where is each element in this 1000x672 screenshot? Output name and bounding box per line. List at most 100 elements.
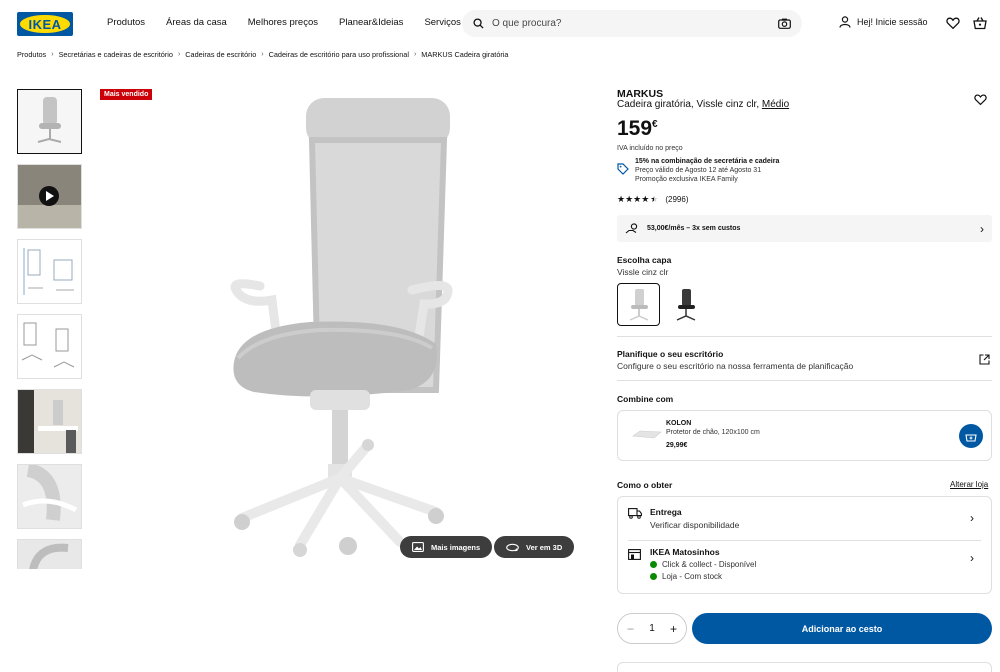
- how-to-get-label: Como o obter: [617, 480, 673, 490]
- delivery-row[interactable]: Entrega Verificar disponibilidade ›: [618, 497, 991, 540]
- nav-item-areas[interactable]: Áreas da casa: [166, 17, 227, 28]
- user-icon: [839, 16, 851, 28]
- chevron-right-icon: ›: [413, 51, 417, 58]
- star-icon: ★★★★: [617, 194, 650, 204]
- combine-label: Combine com: [617, 394, 674, 404]
- promo-family: Promoção exclusiva IKEA Family: [635, 176, 738, 183]
- thumbnail-1[interactable]: [17, 89, 82, 154]
- cover-swatch-light-grey[interactable]: [617, 283, 660, 326]
- heart-icon[interactable]: [974, 93, 987, 106]
- thumbnail-sketch[interactable]: [17, 314, 82, 379]
- availability-card: Entrega Verificar disponibilidade › IKEA…: [617, 496, 992, 594]
- basket-icon[interactable]: [973, 16, 987, 30]
- combine-item-image: [632, 430, 662, 439]
- size-link[interactable]: Médio: [762, 99, 789, 110]
- chevron-right-icon: ›: [177, 51, 181, 58]
- product-description: Cadeira giratória, Vissle cinz clr, Médi…: [617, 99, 789, 110]
- product-image[interactable]: [200, 90, 480, 560]
- store-line2: Loja - Com stock: [662, 572, 723, 581]
- price-value: 159: [617, 117, 653, 140]
- status-dot-icon: [650, 573, 657, 580]
- truck-icon: [628, 508, 642, 519]
- add-to-cart-button[interactable]: Adicionar ao cesto: [692, 613, 992, 644]
- search-icon: [473, 18, 484, 29]
- search-input[interactable]: O que procura?: [492, 18, 778, 29]
- next-card: [617, 662, 992, 672]
- more-images-button[interactable]: Mais imagens: [400, 536, 493, 558]
- nav-item-servicos[interactable]: Serviços: [424, 17, 460, 28]
- camera-icon[interactable]: [778, 18, 791, 29]
- view-3d-button[interactable]: Ver em 3D: [494, 536, 575, 558]
- best-seller-badge: Mais vendido: [100, 89, 153, 100]
- login-label: Hej! Inicie sessão: [857, 17, 928, 27]
- thumbnail-partial[interactable]: [17, 539, 82, 569]
- nav-item-produtos[interactable]: Produtos: [107, 17, 145, 28]
- promo-info: 15% na combinação de secretária e cadeir…: [635, 157, 779, 184]
- store-row[interactable]: IKEA Matosinhos Click & collect - Dispon…: [618, 541, 991, 593]
- nav-item-planear[interactable]: Planear&Ideias: [339, 17, 403, 28]
- heart-icon[interactable]: [946, 16, 960, 30]
- search-bar[interactable]: O que procura?: [462, 10, 802, 37]
- chevron-right-icon: ›: [970, 551, 974, 565]
- price: 159€: [617, 117, 658, 141]
- rotate-3d-icon: [506, 543, 519, 551]
- images-icon: [412, 542, 424, 552]
- promo-validity: Preço válido de Agosto 12 até Agosto 31: [635, 167, 762, 174]
- breadcrumb-item[interactable]: Produtos: [17, 50, 46, 59]
- divider: [617, 336, 992, 337]
- product-description-text: Cadeira giratória, Vissle cinz clr,: [617, 99, 760, 110]
- nav-item-precos[interactable]: Melhores preços: [248, 17, 318, 28]
- thumbnail-dimensions[interactable]: [17, 239, 82, 304]
- thumbnail-detail[interactable]: [17, 464, 82, 529]
- breadcrumb: Produtos › Secretárias e cadeiras de escr…: [17, 50, 509, 59]
- change-store-link[interactable]: Alterar loja: [950, 480, 988, 489]
- combine-item-price: 29,99€: [666, 442, 688, 449]
- store-icon: [628, 549, 641, 560]
- price-currency: €: [652, 119, 658, 130]
- chevron-right-icon: ›: [51, 51, 54, 58]
- planner-title[interactable]: Planifique o seu escritório: [617, 349, 723, 359]
- star-icon: ★: [650, 194, 659, 204]
- cover-label: Escolha capa: [617, 255, 672, 265]
- add-to-cart-icon[interactable]: [959, 424, 983, 448]
- ikea-logo[interactable]: IKEA: [17, 12, 73, 36]
- delivery-text: Verificar disponibilidade: [650, 520, 740, 530]
- chevron-right-icon: ›: [261, 51, 264, 58]
- chevron-right-icon: ›: [980, 221, 984, 236]
- store-stock: Loja - Com stock: [650, 572, 722, 581]
- finance-banner[interactable]: 53,00€/mês – 3x sem custos ›: [617, 215, 992, 242]
- external-link-icon[interactable]: [979, 354, 990, 365]
- breadcrumb-item[interactable]: Cadeiras de escritório para uso profissi…: [269, 50, 409, 59]
- plus-icon[interactable]: +: [670, 622, 677, 636]
- login-link[interactable]: Hej! Inicie sessão: [839, 16, 928, 28]
- thumbnail-room[interactable]: [17, 389, 82, 454]
- rating[interactable]: ★★★★ ★ (2996): [617, 194, 688, 205]
- store-click-collect: Click & collect - Disponível: [650, 560, 756, 569]
- promo-title: 15% na combinação de secretária e cadeir…: [635, 158, 780, 165]
- store-title: IKEA Matosinhos: [650, 547, 720, 557]
- breadcrumb-item[interactable]: MARKUS Cadeira giratória: [421, 50, 508, 59]
- combine-item-name: KOLON: [666, 420, 692, 427]
- breadcrumb-item[interactable]: Cadeiras de escritório: [185, 50, 256, 59]
- logo-text: IKEA: [20, 15, 70, 33]
- thumbnail-video[interactable]: [17, 164, 82, 229]
- minus-icon[interactable]: −: [627, 622, 634, 636]
- cover-swatch-dark-grey[interactable]: [664, 283, 707, 326]
- quantity-value[interactable]: 1: [649, 623, 655, 634]
- review-count[interactable]: (2996): [665, 195, 688, 204]
- status-dot-icon: [650, 561, 657, 568]
- finance-text: 53,00€/mês – 3x sem custos: [647, 225, 741, 232]
- chevron-right-icon: ›: [970, 511, 974, 525]
- hand-coin-icon: [625, 222, 638, 233]
- main-nav: Produtos Áreas da casa Melhores preços P…: [107, 17, 482, 28]
- view-3d-label: Ver em 3D: [526, 542, 563, 552]
- store-line1: Click & collect - Disponível: [662, 560, 757, 569]
- tag-icon: [617, 163, 629, 175]
- combine-card[interactable]: KOLON Protetor de chão, 120x100 cm 29,99…: [617, 410, 992, 461]
- delivery-title: Entrega: [650, 507, 682, 517]
- breadcrumb-item[interactable]: Secretárias e cadeiras de escritório: [59, 50, 173, 59]
- combine-item-desc: Protetor de chão, 120x100 cm: [666, 429, 760, 436]
- quantity-stepper: − 1 +: [617, 613, 687, 644]
- cover-value: Vissle cinz clr: [617, 267, 669, 277]
- more-images-label: Mais imagens: [431, 542, 481, 552]
